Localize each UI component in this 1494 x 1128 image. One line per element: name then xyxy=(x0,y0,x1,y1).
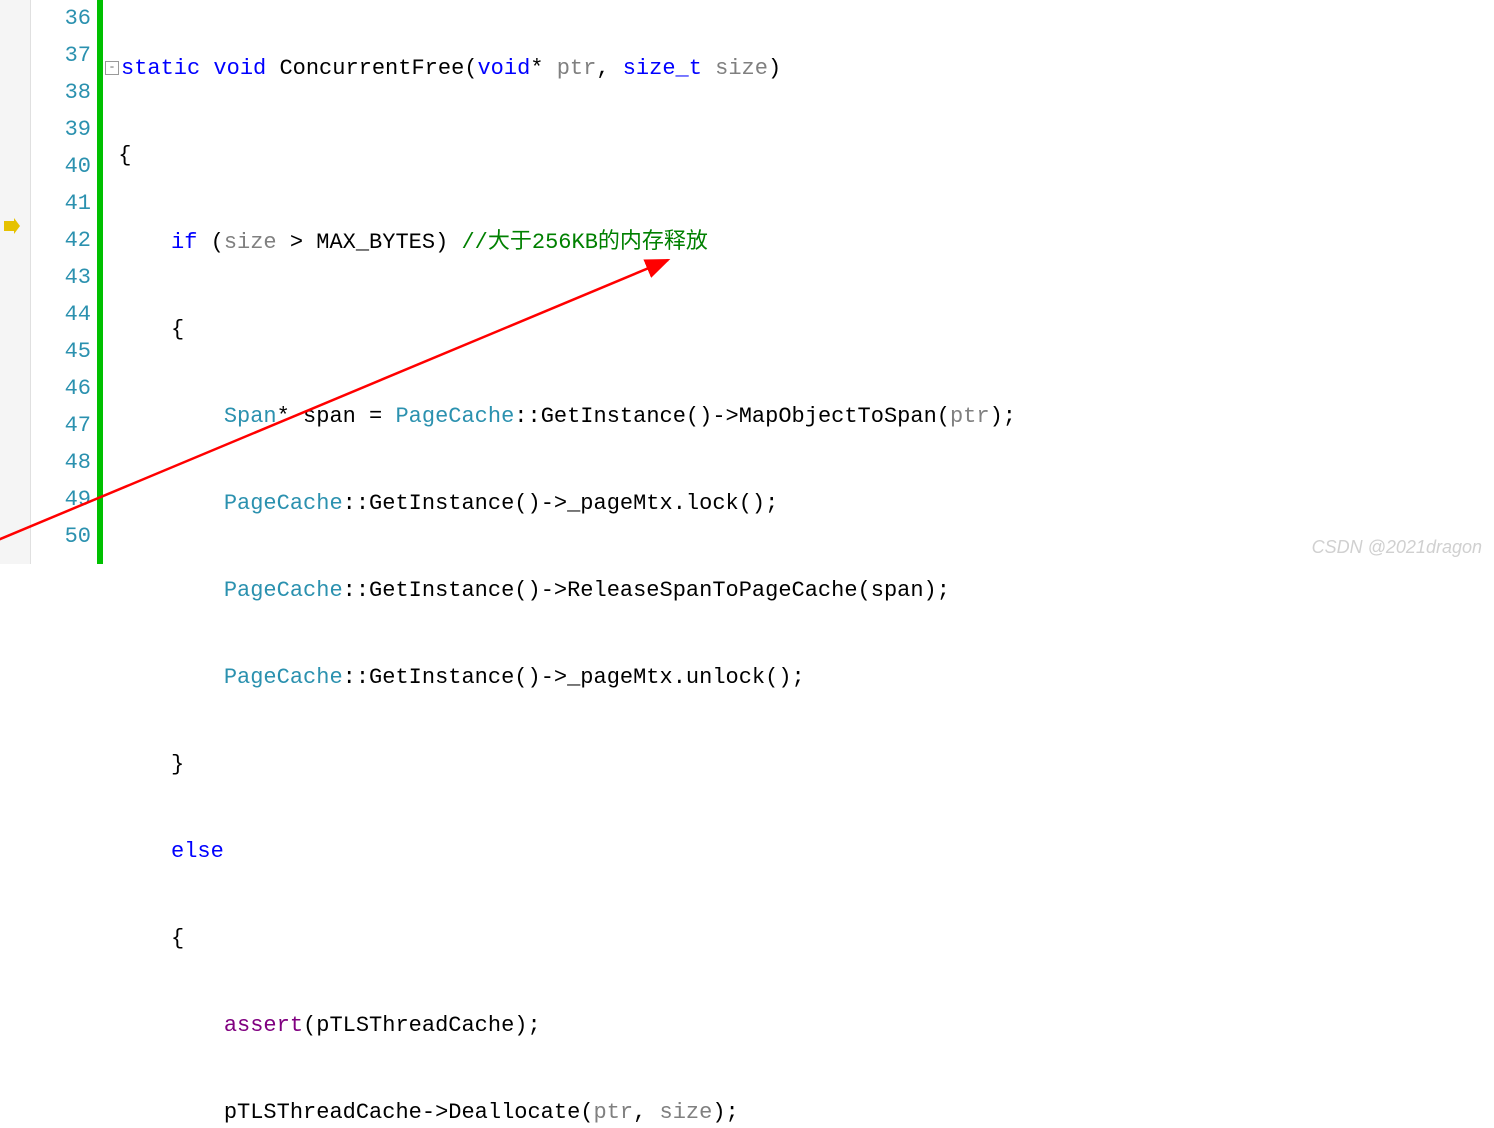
code-area[interactable]: -static void ConcurrentFree(void* ptr, s… xyxy=(103,0,1494,564)
keyword: static xyxy=(121,56,200,81)
parameter: size xyxy=(715,56,768,81)
fold-toggle-icon[interactable]: - xyxy=(105,61,119,75)
code-line[interactable]: if (size > MAX_BYTES) //大于256KB的内存释放 xyxy=(105,224,1494,261)
line-number: 43 xyxy=(31,259,91,296)
line-number: 50 xyxy=(31,518,91,555)
code-line[interactable]: PageCache::GetInstance()->ReleaseSpanToP… xyxy=(105,572,1494,609)
code-line[interactable]: Span* span = PageCache::GetInstance()->M… xyxy=(105,398,1494,435)
line-number: 39 xyxy=(31,111,91,148)
comment: //大于256KB的内存释放 xyxy=(461,230,707,255)
watermark: CSDN @2021dragon xyxy=(1312,537,1482,558)
keyword: if xyxy=(171,230,197,255)
breakpoint-margin[interactable] xyxy=(0,0,31,564)
line-number: 48 xyxy=(31,444,91,481)
type: PageCache xyxy=(224,578,343,603)
line-number: 37 xyxy=(31,37,91,74)
line-number: 36 xyxy=(31,0,91,37)
code-line[interactable]: PageCache::GetInstance()->_pageMtx.lock(… xyxy=(105,485,1494,522)
code-line[interactable]: assert(pTLSThreadCache); xyxy=(105,1007,1494,1044)
type: PageCache xyxy=(224,665,343,690)
code-line[interactable]: pTLSThreadCache->Deallocate(ptr, size); xyxy=(105,1094,1494,1128)
keyword: void xyxy=(213,56,266,81)
assert-call: assert xyxy=(224,1013,303,1038)
line-number: 44 xyxy=(31,296,91,333)
execution-pointer-icon xyxy=(4,216,20,232)
line-number: 38 xyxy=(31,74,91,111)
function-name: ConcurrentFree xyxy=(279,56,464,81)
code-line[interactable]: } xyxy=(105,746,1494,783)
code-line[interactable]: { xyxy=(105,311,1494,348)
code-editor[interactable]: 36 37 38 39 40 41 42 43 44 45 46 47 48 4… xyxy=(0,0,1494,564)
code-line[interactable]: -static void ConcurrentFree(void* ptr, s… xyxy=(105,50,1494,87)
parameter: ptr xyxy=(557,56,597,81)
type: Span xyxy=(224,404,277,429)
line-number: 45 xyxy=(31,333,91,370)
line-number: 46 xyxy=(31,370,91,407)
type: PageCache xyxy=(224,491,343,516)
line-number: 47 xyxy=(31,407,91,444)
type: size_t xyxy=(623,56,702,81)
line-number: 41 xyxy=(31,185,91,222)
line-number: 42 xyxy=(31,222,91,259)
code-line[interactable]: PageCache::GetInstance()->_pageMtx.unloc… xyxy=(105,659,1494,696)
line-number: 40 xyxy=(31,148,91,185)
code-line[interactable]: { xyxy=(105,137,1494,174)
code-line[interactable]: else xyxy=(105,833,1494,870)
line-number-gutter[interactable]: 36 37 38 39 40 41 42 43 44 45 46 47 48 4… xyxy=(31,0,97,564)
line-number: 49 xyxy=(31,481,91,518)
keyword: else xyxy=(171,839,224,864)
type: PageCache xyxy=(395,404,514,429)
code-line[interactable]: { xyxy=(105,920,1494,957)
